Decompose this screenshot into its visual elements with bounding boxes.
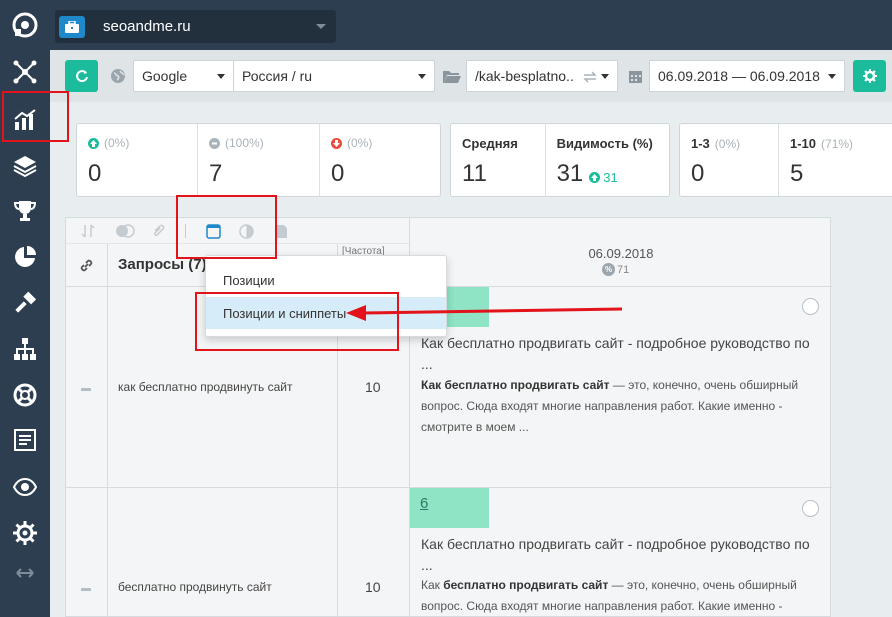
stat-visibility-value: 31	[556, 160, 584, 187]
stat-up[interactable]: (0%) 0	[77, 124, 198, 196]
snippet-text: Как бесплатно продвигать сайт — это, кон…	[421, 378, 799, 434]
arrow-down-icon	[331, 137, 342, 149]
folder-icon	[443, 67, 461, 85]
query-text[interactable]: бесплатно продвинуть сайт	[118, 580, 272, 594]
select-radio[interactable]	[802, 500, 819, 517]
minus-circle-icon	[209, 137, 220, 149]
refresh-button[interactable]	[65, 60, 98, 92]
gear-icon[interactable]	[0, 513, 50, 553]
date-range-select[interactable]: 06.09.2018 — 06.09.2018	[649, 60, 845, 92]
paperclip-icon[interactable]	[151, 223, 167, 239]
position-value[interactable]: 6	[420, 495, 428, 512]
top-bar: seoandme.ru	[50, 0, 892, 50]
globe-icon	[109, 67, 127, 85]
no-change-indicator	[81, 588, 91, 591]
settings-button[interactable]	[853, 60, 886, 92]
summary-stats: Средняя 11 Видимость (%) 31 31	[450, 123, 670, 197]
eye-icon[interactable]	[0, 467, 50, 507]
arrow-up-icon	[589, 172, 601, 183]
sitemap-icon[interactable]	[0, 329, 50, 369]
date-visibility-value: 71	[617, 263, 630, 276]
briefcase-icon	[59, 15, 85, 38]
network-icon[interactable]	[0, 52, 50, 92]
layers-icon[interactable]	[0, 146, 50, 186]
query-text[interactable]: как бесплатно продвинуть сайт	[118, 380, 292, 394]
region-value: Россия / ru	[242, 68, 313, 84]
query-frequency: 10	[365, 579, 381, 595]
stat-top10[interactable]: 1-10 (71%) 5	[779, 124, 879, 196]
gear-icon	[862, 69, 877, 83]
swap-icon	[583, 70, 597, 86]
chevron-down-icon	[217, 74, 225, 79]
calendar-icon	[626, 67, 644, 85]
stat-top3[interactable]: 1-3 (0%) 0	[680, 124, 779, 196]
stat-top3-label: 1-3	[691, 136, 710, 151]
report-icon[interactable]	[0, 420, 50, 460]
date-visibility: % 71	[602, 263, 629, 276]
trophy-icon[interactable]	[0, 191, 50, 231]
hammer-icon[interactable]	[0, 284, 50, 324]
stat-visibility[interactable]: Видимость (%) 31 31	[546, 124, 669, 196]
engine-value: Google	[142, 68, 188, 84]
stat-down-pct: (0%)	[347, 136, 373, 150]
project-name: seoandme.ru	[103, 18, 191, 35]
folder-value: /kak-besplatno..	[475, 68, 574, 84]
stat-down[interactable]: (0%) 0	[320, 124, 440, 196]
snippet-title[interactable]: Как бесплатно продвигать сайт - подробно…	[421, 534, 821, 576]
stat-same-pct: (100%)	[225, 136, 264, 150]
chevron-down-icon	[316, 24, 326, 29]
annotation-box-menu-item	[195, 292, 399, 351]
select-radio[interactable]	[802, 298, 819, 315]
refresh-icon	[75, 70, 88, 83]
change-stats: (0%) 0 (100%) 7 (0%) 0	[76, 123, 441, 197]
toggle-icon[interactable]	[115, 223, 135, 239]
stat-up-pct: (0%)	[104, 136, 130, 150]
snippet-text: Как бесплатно продвигать сайт — это, кон…	[421, 578, 797, 613]
toolbar: Google Россия / ru /kak-besplatno.. 06.0…	[50, 50, 892, 102]
chevron-down-icon	[418, 74, 426, 79]
top-stats: 1-3 (0%) 0 1-10 (71%) 5	[679, 123, 892, 197]
stat-average-value: 11	[462, 160, 487, 187]
stat-top3-value: 0	[691, 160, 705, 187]
expand-arrows-icon[interactable]	[0, 553, 50, 593]
chevron-down-icon	[828, 74, 836, 79]
project-select[interactable]: seoandme.ru	[55, 10, 336, 43]
region-select[interactable]: Россия / ru	[233, 60, 435, 92]
stat-visibility-label: Видимость (%)	[556, 136, 653, 151]
stat-top3-pct: (0%)	[714, 136, 741, 151]
pie-chart-icon[interactable]	[0, 237, 50, 277]
folder-select[interactable]: /kak-besplatno..	[466, 60, 618, 92]
position-cell[interactable]: 6	[410, 488, 489, 528]
stat-average[interactable]: Средняя 11	[451, 124, 546, 196]
snippet-title[interactable]: Как бесплатно продвигать сайт - подробно…	[421, 333, 821, 375]
logo-icon[interactable]	[0, 5, 50, 45]
arrow-up-icon	[88, 137, 99, 149]
date-header: 06.09.2018	[588, 246, 654, 261]
positions-table: Запросы (7) [Частота] 06.09.2018 % 71 ка…	[65, 217, 832, 617]
no-change-indicator	[81, 388, 91, 391]
stat-visibility-delta: 31	[603, 170, 618, 185]
stat-top10-value: 5	[790, 160, 804, 187]
stat-down-value: 0	[331, 160, 345, 187]
stat-up-value: 0	[88, 160, 102, 187]
lifebuoy-icon[interactable]	[0, 375, 50, 415]
engine-select[interactable]: Google	[133, 60, 234, 92]
stat-top10-label: 1-10	[790, 136, 817, 151]
query-frequency: 10	[365, 379, 381, 395]
stat-average-label: Средняя	[462, 136, 518, 151]
percent-icon: %	[602, 263, 615, 276]
link-icon[interactable]	[79, 258, 94, 278]
chevron-down-icon	[601, 74, 609, 79]
stat-same-value: 7	[209, 160, 223, 187]
date-range-value: 06.09.2018 — 06.09.2018	[658, 68, 820, 84]
sort-icon[interactable]	[80, 223, 96, 239]
stat-same[interactable]: (100%) 7	[198, 124, 320, 196]
annotation-box-sidebar	[2, 91, 69, 142]
annotation-box-view-icon	[176, 195, 277, 259]
stat-top10-pct: (71%)	[821, 136, 854, 151]
